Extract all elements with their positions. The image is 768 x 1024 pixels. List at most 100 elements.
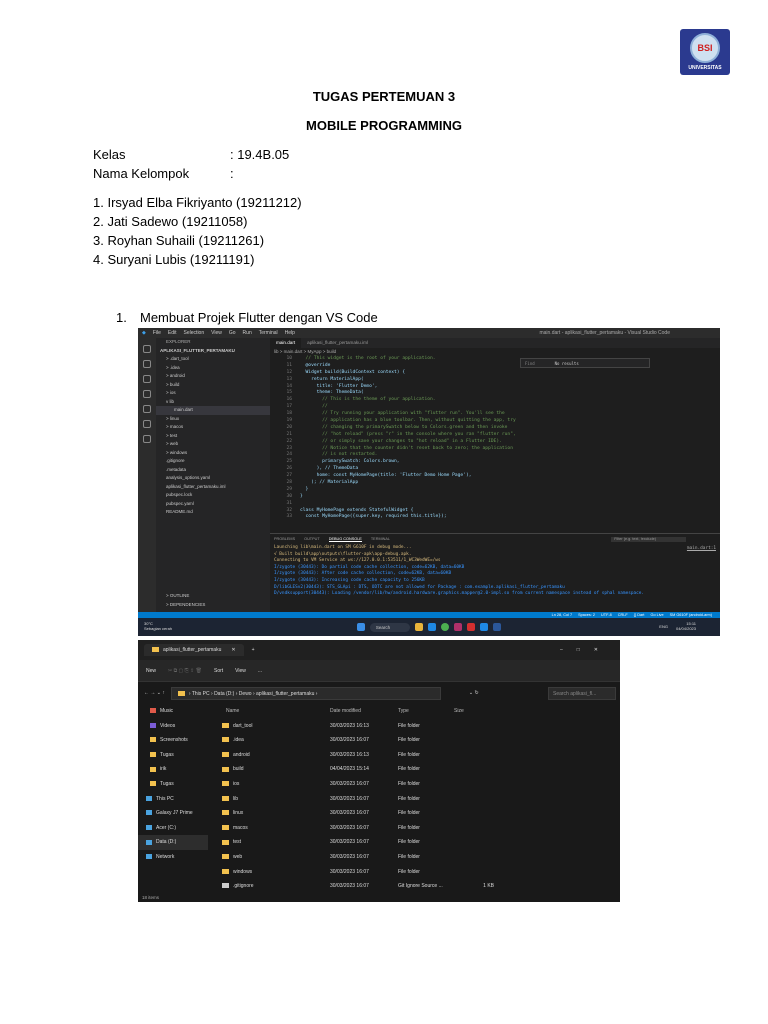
file-row[interactable]: ios 30/03/2023 16:07 File folder bbox=[210, 777, 610, 792]
title-bar: ◆ File Edit Selection View Go Run Terminal Help… bbox=[138, 328, 720, 338]
find-input: Find bbox=[525, 360, 535, 366]
nav-item[interactable]: Tugas bbox=[138, 777, 208, 792]
vscode-screenshot: ◆ File Edit Selection View Go Run Terminal Help… bbox=[138, 328, 720, 636]
code-line: 31 bbox=[270, 501, 720, 508]
nav-item[interactable]: Screenshots bbox=[138, 733, 208, 748]
name-cell: lib bbox=[210, 792, 330, 807]
window-controls: –□✕ bbox=[560, 647, 612, 653]
folder-icon bbox=[146, 795, 152, 801]
console-line: D/vndksupport(30443): Loading /vendor/li… bbox=[274, 591, 645, 597]
folder-icon bbox=[146, 824, 152, 830]
file-explorer-screenshot: aplikasi_flutter_pertamaku ✕ + –□✕ New ✂ ⧉ ▢… bbox=[138, 640, 620, 902]
file-row[interactable]: linux 30/03/2023 16:07 File folder bbox=[210, 806, 610, 821]
line-text: Widget build(BuildContext context) { bbox=[300, 369, 406, 375]
tab-output: OUTPUT bbox=[304, 537, 320, 541]
file-row[interactable]: test 30/03/2023 16:07 File folder bbox=[210, 835, 610, 850]
files-icon bbox=[143, 345, 151, 353]
line-text: // bbox=[300, 404, 328, 410]
line-text: // is not restarted. bbox=[300, 452, 378, 458]
date-cell: 30/03/2023 16:07 bbox=[330, 868, 369, 875]
code-line: 18 // Try running your application with … bbox=[270, 411, 720, 418]
file-row[interactable]: web 30/03/2023 16:07 File folder bbox=[210, 850, 610, 865]
nav-item[interactable]: Galaxy J7 Prime bbox=[138, 806, 208, 821]
nav-item[interactable]: irik bbox=[138, 762, 208, 777]
code-line: 33 const MyHomePage({super.key, required… bbox=[270, 514, 720, 521]
file-row[interactable]: android 30/03/2023 16:13 File folder bbox=[210, 748, 610, 763]
folder-icon bbox=[222, 781, 229, 787]
tree-item: main.dart bbox=[156, 406, 270, 415]
file-row[interactable]: build 04/04/2023 15:14 File folder bbox=[210, 762, 610, 777]
section-title: Membuat Projek Flutter dengan VS Code bbox=[140, 310, 378, 325]
run-debug-icon bbox=[143, 390, 151, 398]
folder-icon bbox=[222, 795, 229, 801]
item-count: 18 items bbox=[142, 895, 160, 900]
explorer-sidebar: EXPLORER APLIKASI_FLUTTER_PERTAMAKU > .d… bbox=[156, 338, 270, 612]
code-line: 16 // This is the theme of your applicat… bbox=[270, 397, 720, 404]
nav-item[interactable]: Tugas bbox=[138, 748, 208, 763]
nav-item[interactable]: Videos bbox=[138, 719, 208, 734]
file-name: web bbox=[233, 853, 243, 860]
line-text: // This widget is the root of your appli… bbox=[300, 356, 436, 361]
name-cell: ios bbox=[210, 777, 330, 792]
nav-item[interactable]: This PC bbox=[138, 792, 208, 807]
nav-item[interactable]: Data (D:) bbox=[138, 835, 208, 850]
code-line: 12 Widget build(BuildContext context) { bbox=[270, 370, 720, 377]
file-row[interactable]: lib 30/03/2023 16:07 File folder bbox=[210, 792, 610, 807]
date-cell: 30/03/2023 16:07 bbox=[330, 824, 369, 831]
start-icon bbox=[356, 623, 365, 631]
nav-label: Acer (C:) bbox=[156, 824, 176, 831]
line-text: // Try running your application with "fl… bbox=[300, 411, 505, 417]
nama-value: : bbox=[230, 166, 234, 181]
status-item: {} Dart bbox=[633, 613, 645, 617]
console-link: main.dart:1 bbox=[686, 546, 716, 551]
size-cell bbox=[454, 733, 494, 748]
editor: main.dart aplikasi_flutter_pertamaku.iml … bbox=[270, 338, 720, 533]
type-cell: File folder bbox=[398, 766, 420, 773]
name-cell: .idea bbox=[210, 733, 330, 748]
tree-item: > test bbox=[166, 432, 178, 438]
date-cell: 30/03/2023 16:07 bbox=[330, 737, 369, 744]
code-line: 27 home: const MyHomePage(title: 'Flutte… bbox=[270, 473, 720, 480]
code-line: 13 return MaterialApp( bbox=[270, 377, 720, 384]
file-row[interactable]: dart_tool 30/03/2023 16:13 File folder bbox=[210, 719, 610, 734]
folder-icon bbox=[150, 737, 156, 743]
date-cell: 30/03/2023 16:07 bbox=[330, 839, 369, 846]
nav-arrows-icon: ← → ⌄ ↑ bbox=[144, 690, 165, 696]
line-text: home: const MyHomePage(title: 'Flutter D… bbox=[300, 473, 472, 479]
menu-file: File bbox=[152, 330, 161, 336]
type-cell: File folder bbox=[398, 839, 420, 846]
menu-run: Run bbox=[242, 330, 252, 336]
line-number: 30 bbox=[286, 493, 292, 499]
nama-label: Nama Kelompok bbox=[93, 166, 190, 181]
line-number: 27 bbox=[286, 473, 292, 479]
member: 4. Suryani Lubis (19211191) bbox=[93, 252, 255, 267]
type-cell: File folder bbox=[398, 853, 420, 860]
file-row[interactable]: macos 30/03/2023 16:07 File folder bbox=[210, 821, 610, 836]
file-row[interactable]: windows 30/03/2023 16:07 File folder bbox=[210, 865, 610, 880]
line-number: 29 bbox=[286, 486, 292, 492]
debug-panel: PROBLEMS OUTPUT DEBUG CONSOLE TERMINAL Filte… bbox=[270, 533, 720, 612]
line-number: 20 bbox=[286, 424, 292, 430]
name-cell: test bbox=[210, 835, 330, 850]
folder-icon bbox=[150, 766, 156, 772]
line-number: 13 bbox=[286, 376, 292, 382]
status-item: Ln 28, Col 7 bbox=[551, 613, 573, 617]
nav-item[interactable]: Music bbox=[138, 704, 208, 719]
address-row: ← → ⌄ ↑ › This PC › Data (D:) › Dewo › ap… bbox=[138, 682, 620, 704]
nav-label: Galaxy J7 Prime bbox=[156, 810, 193, 817]
name-cell: dart_tool bbox=[210, 719, 330, 734]
vscode-taskbar-icon bbox=[480, 623, 489, 631]
tree-item: > android bbox=[166, 373, 185, 378]
tree-item: README.md bbox=[166, 509, 193, 514]
tree-item: pubspec.lock bbox=[166, 492, 193, 497]
code-line: 29 } bbox=[270, 487, 720, 494]
file-row[interactable]: .gitignore 30/03/2023 16:07 Git Ignore Sou… bbox=[210, 879, 610, 894]
size-cell bbox=[454, 762, 494, 777]
date-cell: 30/03/2023 16:07 bbox=[330, 810, 369, 817]
size-cell bbox=[454, 806, 494, 821]
nav-item[interactable]: Network bbox=[138, 850, 208, 865]
name-cell: web bbox=[210, 850, 330, 865]
line-text: class MyHomePage extends StatefulWidget … bbox=[300, 507, 414, 513]
file-row[interactable]: .idea 30/03/2023 16:07 File folder bbox=[210, 733, 610, 748]
nav-item[interactable]: Acer (C:) bbox=[138, 821, 208, 836]
